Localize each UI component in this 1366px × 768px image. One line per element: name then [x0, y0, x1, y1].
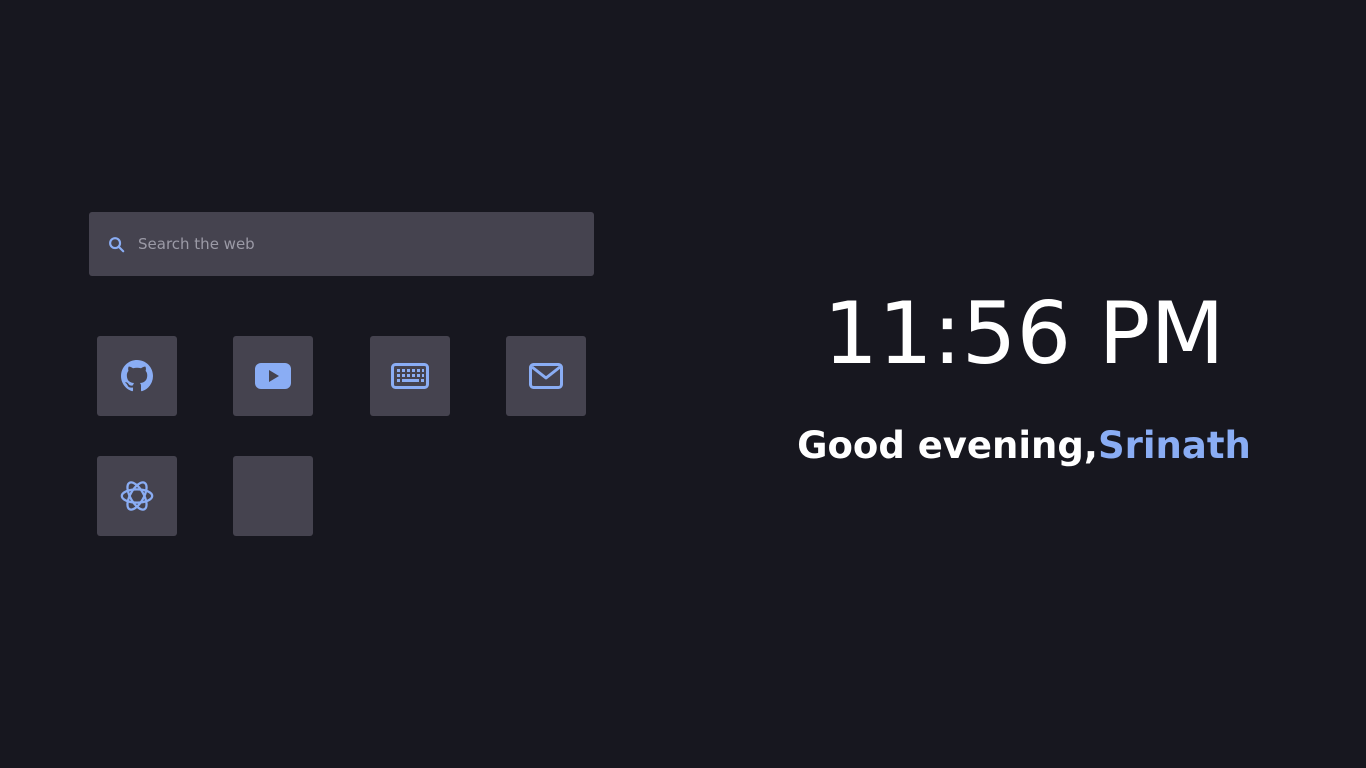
- youtube-icon: [255, 363, 291, 389]
- keyboard-icon: [391, 363, 429, 389]
- openai-icon: [118, 477, 156, 515]
- github-icon: [121, 360, 153, 392]
- new-tab-page: 11:56 PM Good evening,Srinath: [0, 0, 1366, 768]
- shortcut-chatgpt-button[interactable]: [97, 456, 177, 536]
- shortcut-empty-button[interactable]: [233, 456, 313, 536]
- greeting: Good evening,Srinath: [716, 422, 1332, 470]
- search-bar[interactable]: [89, 212, 594, 276]
- greeting-name: Srinath: [1097, 424, 1251, 467]
- shortcut-mail-button[interactable]: [506, 336, 586, 416]
- clock: 11:56 PM: [823, 284, 1225, 384]
- shortcut-github-button[interactable]: [97, 336, 177, 416]
- mail-icon: [529, 363, 563, 389]
- shortcut-youtube-button[interactable]: [233, 336, 313, 416]
- search-icon: [107, 235, 125, 253]
- search-input[interactable]: [136, 223, 570, 265]
- shortcut-keyboard-button[interactable]: [370, 336, 450, 416]
- greeting-text: Good evening,: [797, 424, 1098, 467]
